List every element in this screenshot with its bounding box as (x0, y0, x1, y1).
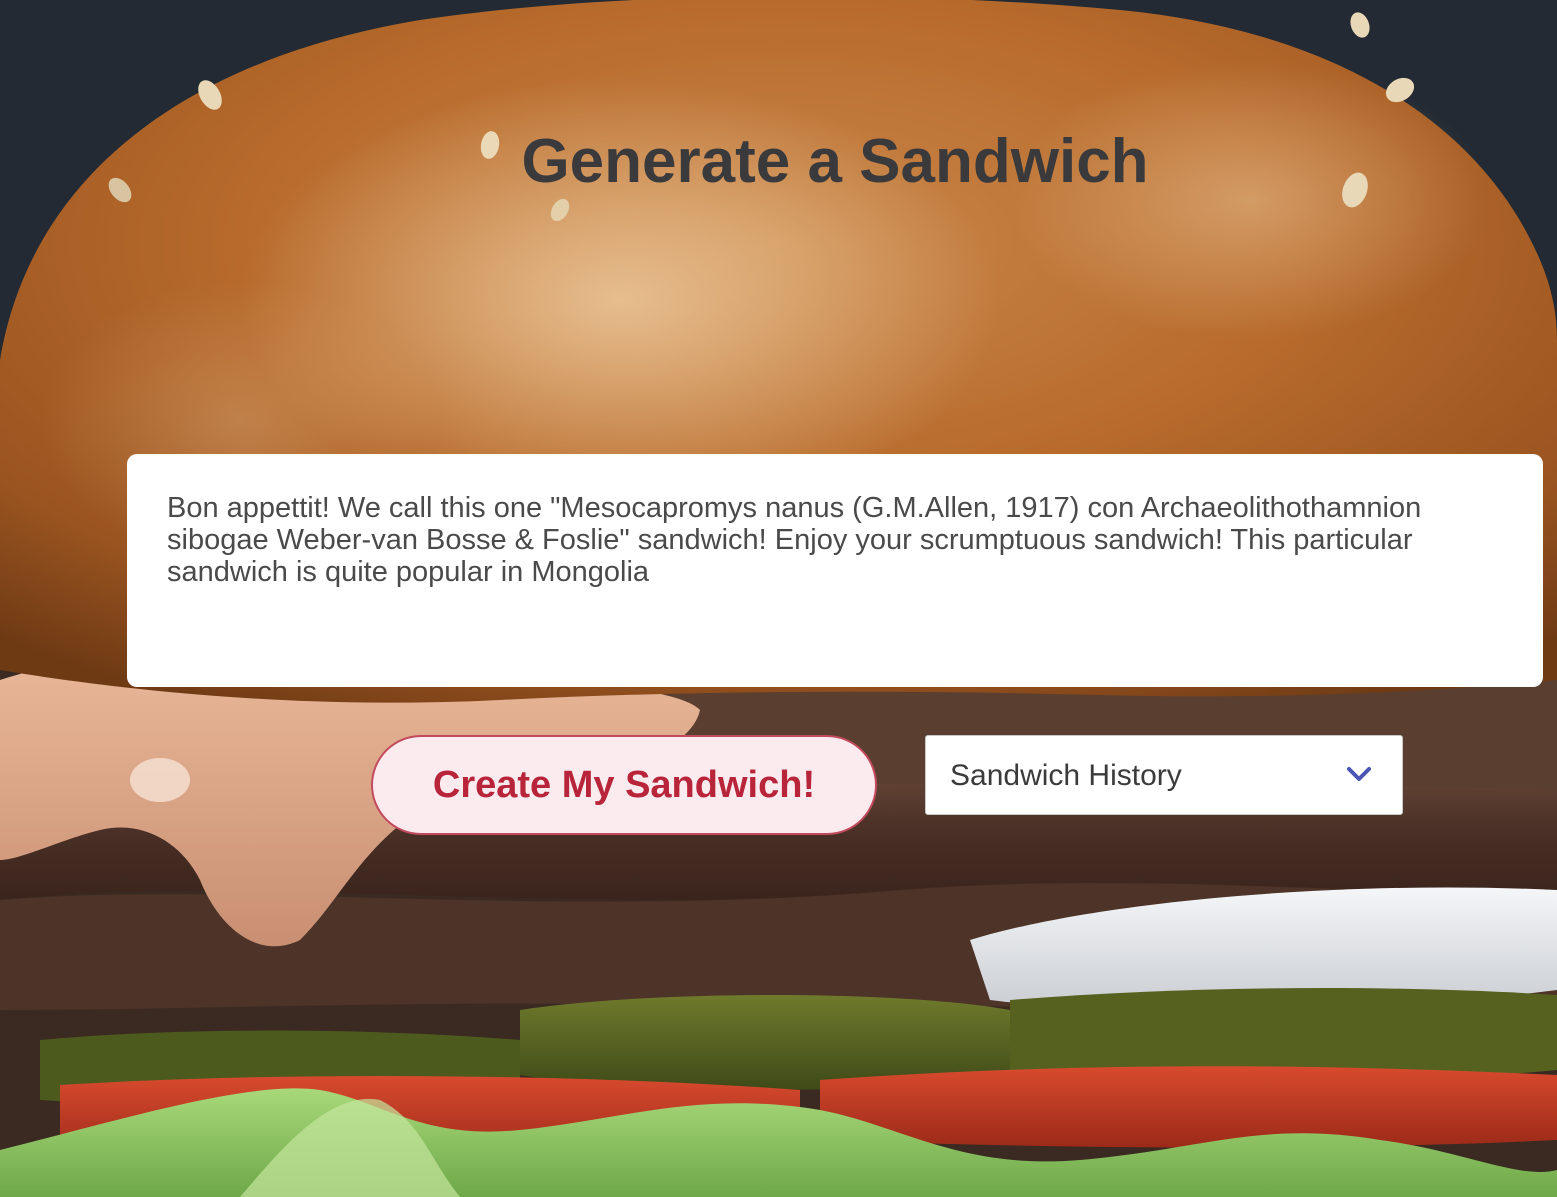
page-title: Generate a Sandwich (521, 127, 1149, 196)
create-sandwich-button[interactable]: Create My Sandwich! (371, 735, 877, 835)
sandwich-history-select[interactable]: Sandwich History (925, 735, 1403, 815)
sandwich-history-selected-value: Sandwich History (950, 759, 1182, 792)
chevron-down-icon (1347, 767, 1371, 781)
sandwich-result-text[interactable]: Bon appettit! We call this one "Mesocapr… (127, 454, 1543, 687)
